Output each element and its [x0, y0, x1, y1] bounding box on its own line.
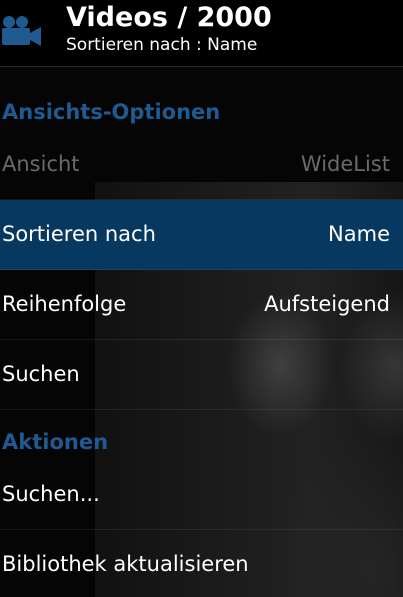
order-row[interactable]: Reihenfolge Aufsteigend	[0, 270, 403, 340]
search-label: Suchen	[2, 362, 80, 386]
order-label: Reihenfolge	[2, 292, 127, 316]
view-option-value: WideList	[300, 152, 390, 176]
sort-by-label: Sortieren nach	[2, 222, 156, 246]
sort-status: Sortieren nach : Name	[66, 35, 258, 55]
search-action-row[interactable]: Suchen...	[0, 460, 403, 530]
section-actions: Aktionen	[2, 430, 109, 454]
search-row[interactable]: Suchen	[0, 340, 403, 410]
order-value: Aufsteigend	[264, 292, 390, 316]
video-camera-icon	[0, 14, 42, 48]
header: Videos / 2000 Sortieren nach : Name	[0, 0, 403, 67]
view-option-label: Ansicht	[2, 152, 80, 176]
section-view-options: Ansichts-Optionen	[2, 100, 221, 124]
update-library-row[interactable]: Bibliothek aktualisieren	[0, 530, 403, 597]
update-library-label: Bibliothek aktualisieren	[2, 552, 249, 576]
options-screen: Videos / 2000 Sortieren nach : Name Ansi…	[0, 0, 403, 597]
sort-by-value: Name	[328, 222, 390, 246]
view-option-row: Ansicht WideList	[0, 130, 403, 200]
search-action-label: Suchen...	[2, 482, 100, 506]
sort-by-row[interactable]: Sortieren nach Name	[0, 200, 403, 270]
page-title: Videos / 2000	[66, 2, 272, 33]
